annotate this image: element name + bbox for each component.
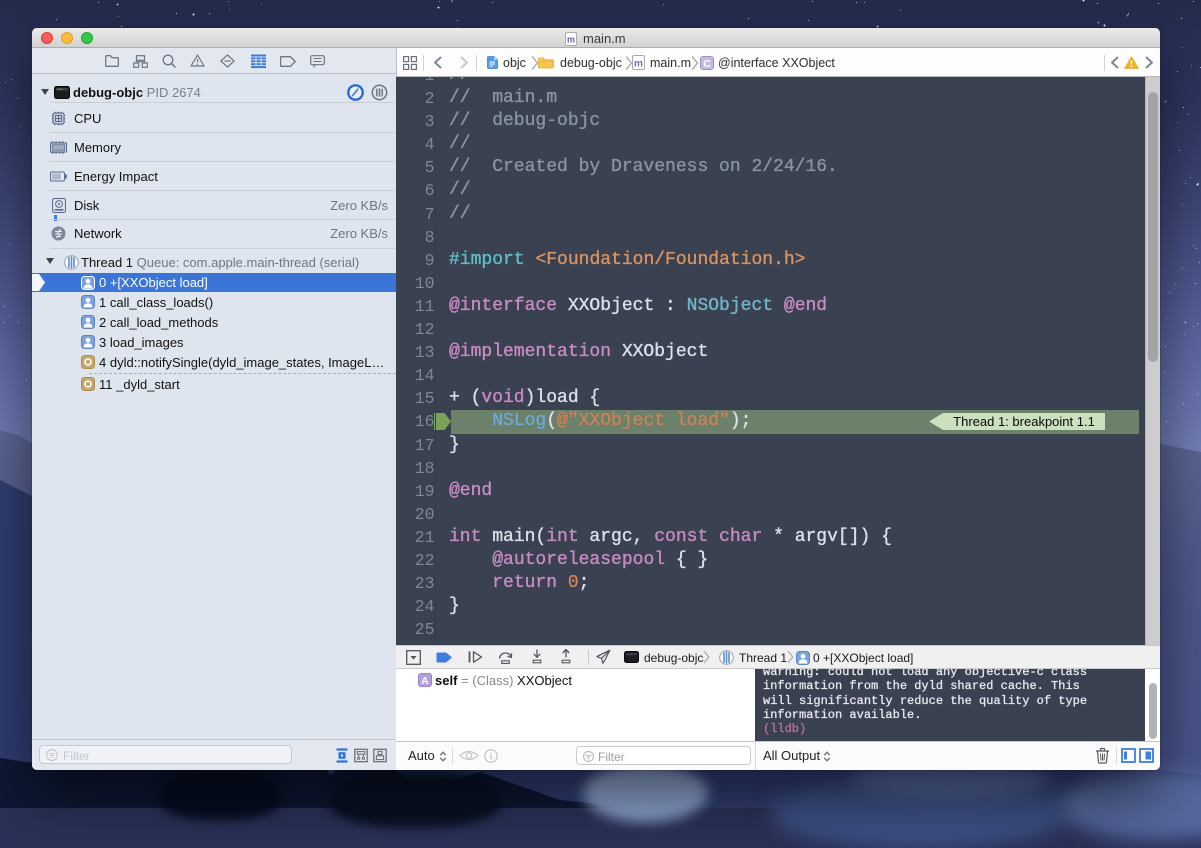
svg-text:A: A bbox=[421, 676, 428, 687]
svg-text:C: C bbox=[703, 58, 711, 70]
svg-text:m: m bbox=[567, 34, 575, 44]
svg-text:m: m bbox=[634, 59, 643, 70]
